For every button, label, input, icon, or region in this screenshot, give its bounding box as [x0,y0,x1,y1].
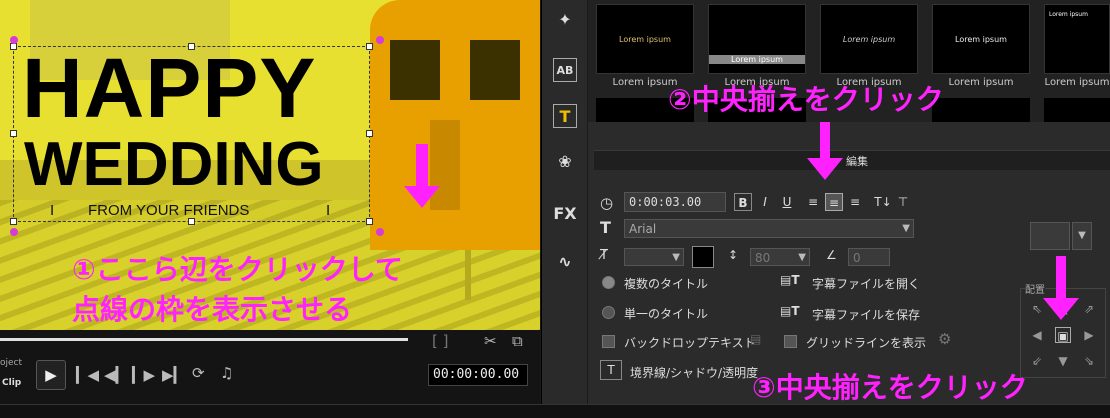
title-thumbnail[interactable]: Lorem ipsum [708,4,806,74]
align-right-button[interactable]: ≡ [846,193,864,211]
save-subtitle-button[interactable]: 字幕ファイルを保存 [812,306,920,323]
title-thumbnail[interactable]: Lorem ipsum [596,4,694,74]
font-icon: T [600,218,611,237]
open-subtitle-icon: ▤T [780,273,800,287]
goto-end-icon[interactable]: ▶▎ [162,366,185,384]
duration-field[interactable]: 0:00:03.00 [624,192,726,212]
annotation-arrow-1 [404,144,440,210]
annotation-step2: ②中央揃えをクリック [668,83,944,116]
fx-icon[interactable]: FX [553,202,577,226]
font-select[interactable]: Arial ▼ [624,219,914,238]
clip-mode-label[interactable]: Clip [2,378,21,388]
video-preview[interactable]: HAPPY WEDDING I FROM YOUR FRIENDS I ①ここら… [0,0,540,330]
path-icon[interactable]: ∿ [553,250,577,274]
scene-train [370,0,540,250]
prev-frame-icon[interactable]: ◀▎ [104,366,127,384]
text-flip-icon[interactable]: ⊤ [894,193,912,211]
single-title-label: 単一のタイトル [624,307,709,321]
font-size-field[interactable]: 80 ▼ [750,248,810,266]
title-thumbnail-caption: Lorem ipsum [948,77,1014,88]
text-direction-icon[interactable]: T↓ [874,193,892,211]
clock-icon: ◷ [600,194,614,212]
title-thumbnail[interactable]: Lorem ipsum [1044,4,1110,74]
alignment-label: 配置 [1025,281,1045,296]
align-right-icon[interactable]: ▶ [1081,327,1097,343]
grid-settings-icon[interactable]: ⚙ [938,330,951,348]
resize-handle[interactable] [366,43,373,50]
graphics-icon[interactable]: ❀ [553,150,577,174]
title-thumbnail-caption: Lorem ipsum [1044,77,1110,88]
style-select[interactable]: ▼ [624,248,684,266]
repeat-icon[interactable]: ⟳ [192,364,205,382]
title-color-dropdown-icon[interactable]: ▼ [1072,222,1092,250]
resize-handle[interactable] [10,43,17,50]
resize-handle[interactable] [188,218,195,225]
annotation-step3: ③中央揃えをクリック [752,371,1028,404]
project-mode-label[interactable]: oject [0,358,22,368]
open-subtitle-button[interactable]: 字幕ファイルを開く [812,275,920,292]
title-library: Lorem ipsum Lorem ipsum Lorem ipsum Lore… [588,0,1110,122]
play-button[interactable]: ▶ [36,360,66,390]
align-bottom-right-icon[interactable]: ⇘ [1081,353,1097,369]
color-swatch[interactable] [692,246,714,268]
gridline-label: グリッドラインを表示 [806,336,927,350]
multi-title-radio[interactable] [602,276,615,289]
library-tab-strip: ✦ AB T ❀ FX ∿ [541,0,587,418]
instant-project-icon[interactable]: AB [553,58,577,82]
align-center-icon[interactable]: ▣ [1055,327,1071,343]
copy-icon[interactable]: ⧉ [512,332,523,350]
resize-handle[interactable] [10,218,17,225]
rotate-handle[interactable] [376,228,384,236]
resize-handle[interactable] [10,130,17,137]
title-editor-panel: 編集 ◷ 0:00:03.00 B I U ≡ ≡ ≡ T↓ ⊤ T Arial… [588,122,1110,418]
annotation-step1-line1: ①ここら辺をクリックして [72,253,403,286]
italic-button[interactable]: I [756,193,774,211]
title-tab-icon[interactable]: T [553,104,577,128]
font-color-icon: T̸ [600,248,608,263]
align-center-button[interactable]: ≡ [825,193,843,211]
annotation-arrow-2 [807,122,844,182]
goto-start-icon[interactable]: ▎◀ [76,366,99,384]
tab-edit[interactable]: 編集 [846,153,868,169]
align-bottom-icon[interactable]: ▼ [1055,353,1071,369]
align-top-right-icon[interactable]: ⇗ [1081,301,1097,317]
save-subtitle-icon: ▤T [780,304,800,318]
resize-handle[interactable] [188,43,195,50]
rotation-icon: ∠ [826,248,837,262]
align-bottom-left-icon[interactable]: ⇙ [1029,353,1045,369]
multi-title-label: 複数のタイトル [624,277,709,291]
align-left-button[interactable]: ≡ [804,193,822,211]
border-shadow-button[interactable]: 境界線/シャドウ/透明度 [630,364,758,381]
gridline-checkbox[interactable] [784,335,797,348]
mark-in-out-icon[interactable]: [ ] [432,332,448,350]
timecode-field[interactable]: 00:00:00.00 [428,364,528,386]
timeline-strip [0,404,1110,418]
annotation-arrow-3 [1043,256,1080,324]
rotate-handle[interactable] [10,228,18,236]
scrub-bar[interactable] [0,338,408,341]
align-left-icon[interactable]: ◀ [1029,327,1045,343]
backdrop-label: バックドロップテキスト [624,336,756,350]
title-selection-box[interactable] [13,46,370,222]
rotate-handle[interactable] [376,36,384,44]
title-thumbnail[interactable]: Lorem ipsum [820,4,918,74]
title-color-button[interactable] [1030,222,1070,250]
bold-button[interactable]: B [734,193,752,211]
line-spacing-icon: ↕ [728,248,739,262]
underline-button[interactable]: U [778,193,796,211]
rotation-field[interactable]: 0 [848,248,890,266]
resize-handle[interactable] [366,130,373,137]
backdrop-checkbox[interactable] [602,335,615,348]
title-thumbnail[interactable]: Lorem ipsum [932,4,1030,74]
resize-handle[interactable] [366,218,373,225]
media-icon[interactable]: ✦ [553,8,577,32]
cut-icon[interactable]: ✂ [484,332,497,350]
backdrop-settings-icon[interactable]: ▤ [750,332,761,346]
single-title-radio[interactable] [602,306,615,319]
volume-icon[interactable]: ♫ [220,364,233,382]
rotate-handle[interactable] [10,36,18,44]
annotation-step1-line2: 点線の枠を表示させる [72,293,353,326]
next-frame-icon[interactable]: ▎▶ [132,366,155,384]
border-shadow-icon[interactable]: T [600,360,622,380]
